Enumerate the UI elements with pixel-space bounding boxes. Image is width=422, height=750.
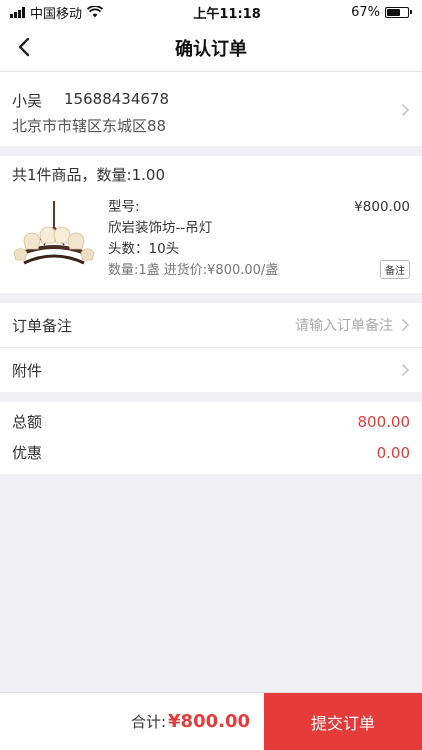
order-note-input-wrap[interactable]: 请输入订单备注 xyxy=(295,315,410,335)
chevron-right-icon xyxy=(402,364,409,376)
order-note-label: 订单备注 xyxy=(12,316,73,335)
discount-label: 优惠 xyxy=(12,444,43,462)
status-bar: 中国移动 上午11:18 67% xyxy=(0,0,422,24)
chevron-right-icon xyxy=(402,104,409,116)
chevron-right-icon xyxy=(402,319,409,331)
sum-value: ¥800.00 xyxy=(168,711,250,732)
goods-model-label: 型号: xyxy=(108,199,140,215)
wifi-icon xyxy=(87,6,104,18)
bottom-bar: 合计: ¥800.00 提交订单 xyxy=(0,692,422,750)
goods-name: 欣岩装饰坊--吊灯 xyxy=(108,220,213,236)
item-remark-button[interactable]: 备注 xyxy=(380,260,410,279)
goods-price: ¥800.00 xyxy=(354,199,410,215)
discount-value: 0.00 xyxy=(376,443,410,462)
submit-order-button[interactable]: 提交订单 xyxy=(264,693,422,750)
order-note-row[interactable]: 订单备注 请输入订单备注 xyxy=(0,303,422,347)
attachment-arrow xyxy=(401,363,410,377)
address-card[interactable]: 小吴 15688434678 北京市市辖区东城区88 xyxy=(0,72,422,146)
contact-name: 小吴 xyxy=(12,92,43,110)
status-left: 中国移动 xyxy=(10,3,104,22)
sum-label: 合计: xyxy=(130,713,167,731)
goods-qty-info: 数量:1盏 进货价:¥800.00/盏 xyxy=(108,263,279,278)
battery-percent: 67% xyxy=(351,4,380,20)
totals-section: 总额 800.00 优惠 0.00 xyxy=(0,402,422,474)
total-label: 总额 xyxy=(12,413,43,431)
signal-icon xyxy=(10,6,25,18)
address-contact: 小吴 15688434678 xyxy=(12,90,410,111)
address-detail: 北京市市辖区东城区88 xyxy=(12,117,167,135)
status-right: 67% xyxy=(351,5,412,20)
contact-phone: 15688434678 xyxy=(64,90,169,108)
discount-row: 优惠 0.00 xyxy=(12,437,410,468)
goods-model-row: 型号: ¥800.00 xyxy=(108,197,410,218)
goods-summary: 共1件商品，数量:1.00 xyxy=(12,166,165,184)
goods-info: 型号: ¥800.00 欣岩装饰坊--吊灯 头数：10头 数量:1盏 进货价:¥… xyxy=(108,197,410,281)
product-image xyxy=(12,197,96,275)
nav-bar: 确认订单 xyxy=(0,24,422,72)
goods-heads: 头数：10头 xyxy=(108,241,180,257)
goods-item: 型号: ¥800.00 欣岩装饰坊--吊灯 头数：10头 数量:1盏 进货价:¥… xyxy=(12,197,410,281)
total-value: 800.00 xyxy=(357,412,411,431)
carrier-label: 中国移动 xyxy=(30,6,83,22)
goods-section: 共1件商品，数量:1.00 型号: ¥800.00 欣岩装饰坊--吊灯 头数：1… xyxy=(0,156,422,293)
sum-area: 合计: ¥800.00 xyxy=(0,693,264,750)
total-row: 总额 800.00 xyxy=(12,406,410,437)
order-note-placeholder[interactable]: 请输入订单备注 xyxy=(295,315,393,335)
page-title: 确认订单 xyxy=(175,38,247,60)
back-arrow-icon[interactable] xyxy=(14,36,36,58)
attachment-label: 附件 xyxy=(12,361,43,380)
status-time: 上午11:18 xyxy=(193,6,261,22)
battery-icon xyxy=(385,6,412,18)
attachment-row[interactable]: 附件 xyxy=(0,348,422,392)
